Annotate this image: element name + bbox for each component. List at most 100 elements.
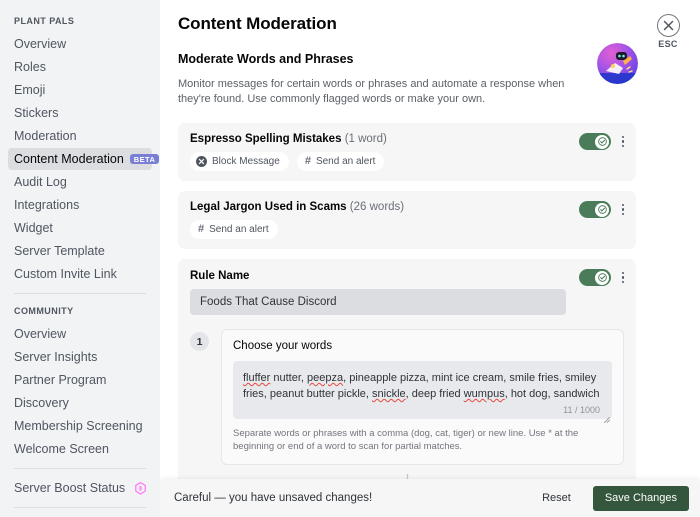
- sidebar-item-moderation[interactable]: Moderation: [8, 125, 152, 147]
- rule-name-label: Rule Name: [190, 270, 624, 282]
- sidebar-group-server: PLANT PALS: [0, 12, 160, 32]
- sidebar-item-partner-program[interactable]: Partner Program: [8, 369, 152, 391]
- sidebar-item-overview[interactable]: Overview: [8, 33, 152, 55]
- unsaved-changes-message: Careful — you have unsaved changes!: [174, 492, 536, 504]
- beta-badge: BETA: [130, 154, 159, 164]
- sidebar-item-label: Server Boost Status: [14, 481, 125, 495]
- resize-handle-icon[interactable]: [603, 410, 610, 417]
- sidebar-item-roles[interactable]: Roles: [8, 56, 152, 78]
- chip-send-an-alert[interactable]: # Send an alert: [190, 220, 278, 239]
- rule-overflow-menu-icon[interactable]: [620, 134, 627, 150]
- rule-controls: [579, 133, 627, 150]
- sidebar-item-label: Partner Program: [14, 373, 106, 387]
- rules-list: Espresso Spelling Mistakes (1 word) Bloc…: [178, 123, 636, 517]
- sidebar-item-label: Welcome Screen: [14, 442, 109, 456]
- character-counter: 11 / 1000: [243, 405, 602, 415]
- sidebar-item-integrations[interactable]: Integrations: [8, 194, 152, 216]
- settings-window: PLANT PALS Overview Roles Emoji Stickers…: [0, 0, 700, 517]
- rule-name-input[interactable]: Foods That Cause Discord: [190, 289, 566, 315]
- sidebar-item-label: Integrations: [14, 198, 79, 212]
- reset-button[interactable]: Reset: [536, 491, 577, 505]
- sidebar-item-welcome-screen[interactable]: Welcome Screen: [8, 438, 152, 460]
- sidebar-item-label: Custom Invite Link: [14, 267, 117, 281]
- hash-icon: #: [196, 224, 204, 235]
- rule-card-espresso-spelling-mistakes[interactable]: Espresso Spelling Mistakes (1 word) Bloc…: [178, 123, 636, 181]
- rule-header: Espresso Spelling Mistakes (1 word): [190, 133, 624, 145]
- rule-word-count: (26 words): [350, 201, 404, 213]
- sidebar-item-emoji[interactable]: Emoji: [8, 79, 152, 101]
- sidebar-item-audit-log[interactable]: Audit Log: [8, 171, 152, 193]
- chip-label: Send an alert: [209, 224, 269, 235]
- sidebar-group-community: COMMUNITY: [0, 302, 160, 322]
- step-1-title: Choose your words: [233, 340, 612, 352]
- sidebar-item-stickers[interactable]: Stickers: [8, 102, 152, 124]
- avatar: [597, 43, 638, 84]
- rule-card-legal-jargon-used-in-scams[interactable]: Legal Jargon Used in Scams (26 words) # …: [178, 191, 636, 249]
- rule-overflow-menu-icon[interactable]: [620, 270, 627, 286]
- sidebar-divider: [14, 507, 146, 508]
- sidebar-item-label: Widget: [14, 221, 53, 235]
- editor-controls: [579, 269, 627, 286]
- sidebar-item-label: Content Moderation: [14, 152, 124, 166]
- step-1: 1 Choose your words fluffer nutter, peep…: [190, 329, 624, 465]
- sidebar-item-label: Emoji: [14, 83, 45, 97]
- step-1-body: Choose your words fluffer nutter, peepza…: [221, 329, 624, 465]
- misspelled-word: fluffer: [243, 372, 270, 384]
- sidebar-item-label: Roles: [14, 60, 46, 74]
- settings-main-panel: Content Moderation Moderate Words and Ph…: [160, 0, 700, 517]
- sidebar-item-server-template[interactable]: Server Template: [8, 240, 152, 262]
- sidebar-item-content-moderation[interactable]: Content Moderation BETA: [8, 148, 152, 170]
- save-changes-button[interactable]: Save Changes: [593, 486, 689, 511]
- rule-word-count: (1 word): [345, 133, 387, 145]
- rule-action-chips: # Send an alert: [190, 220, 624, 239]
- unsaved-changes-bar: Careful — you have unsaved changes! Rese…: [160, 479, 700, 517]
- page-title: Content Moderation: [178, 14, 700, 34]
- toggle-knob-check-icon: [595, 135, 609, 149]
- block-circle-icon: [196, 156, 207, 167]
- keywords-hint: Separate words or phrases with a comma (…: [233, 427, 612, 453]
- chip-label: Block Message: [212, 156, 280, 167]
- section-description: Monitor messages for certain words or ph…: [178, 77, 578, 107]
- sidebar-item-label: Stickers: [14, 106, 58, 120]
- close-button[interactable]: ESC: [648, 14, 688, 49]
- sidebar-item-discovery[interactable]: Discovery: [8, 392, 152, 414]
- sidebar-item-label: Server Template: [14, 244, 105, 258]
- misspelled-word: peepza: [307, 372, 343, 384]
- sidebar-item-label: Audit Log: [14, 175, 67, 189]
- misspelled-word: snickle: [372, 388, 406, 400]
- settings-sidebar: PLANT PALS Overview Roles Emoji Stickers…: [0, 0, 160, 517]
- rule-name: Legal Jargon Used in Scams: [190, 201, 347, 213]
- rule-controls: [579, 201, 627, 218]
- sidebar-item-label: Server Insights: [14, 350, 97, 364]
- rule-enable-toggle[interactable]: [579, 133, 611, 150]
- misspelled-word: wumpus: [464, 388, 505, 400]
- boost-gem-icon: [134, 482, 146, 494]
- rule-enable-toggle[interactable]: [579, 201, 611, 218]
- toggle-knob-check-icon: [595, 271, 609, 285]
- sidebar-item-label: Overview: [14, 37, 66, 51]
- sidebar-item-widget[interactable]: Widget: [8, 217, 152, 239]
- chip-block-message[interactable]: Block Message: [190, 152, 289, 171]
- hash-icon: #: [303, 156, 311, 167]
- step-number-badge: 1: [190, 332, 209, 351]
- sidebar-item-custom-invite-link[interactable]: Custom Invite Link: [8, 263, 152, 285]
- keywords-value: fluffer nutter, peepza, pineapple pizza,…: [243, 370, 602, 402]
- sidebar-item-label: Moderation: [14, 129, 77, 143]
- rule-enable-toggle[interactable]: [579, 269, 611, 286]
- sidebar-item-community-overview[interactable]: Overview: [8, 323, 152, 345]
- rule-action-chips: Block Message # Send an alert: [190, 152, 624, 171]
- sidebar-divider: [14, 468, 146, 469]
- keywords-textarea[interactable]: fluffer nutter, peepza, pineapple pizza,…: [233, 361, 612, 419]
- rule-header: Legal Jargon Used in Scams (26 words): [190, 201, 624, 213]
- sidebar-item-server-boost-status[interactable]: Server Boost Status: [8, 477, 152, 499]
- esc-label: ESC: [648, 39, 688, 49]
- chip-label: Send an alert: [316, 156, 376, 167]
- sidebar-item-label: Overview: [14, 327, 66, 341]
- sidebar-item-membership-screening[interactable]: Membership Screening: [8, 415, 152, 437]
- close-icon: [657, 14, 680, 37]
- chip-send-an-alert[interactable]: # Send an alert: [297, 152, 385, 171]
- sidebar-item-label: Discovery: [14, 396, 69, 410]
- rule-overflow-menu-icon[interactable]: [620, 202, 627, 218]
- sidebar-item-server-insights[interactable]: Server Insights: [8, 346, 152, 368]
- sidebar-item-label: Membership Screening: [14, 419, 143, 433]
